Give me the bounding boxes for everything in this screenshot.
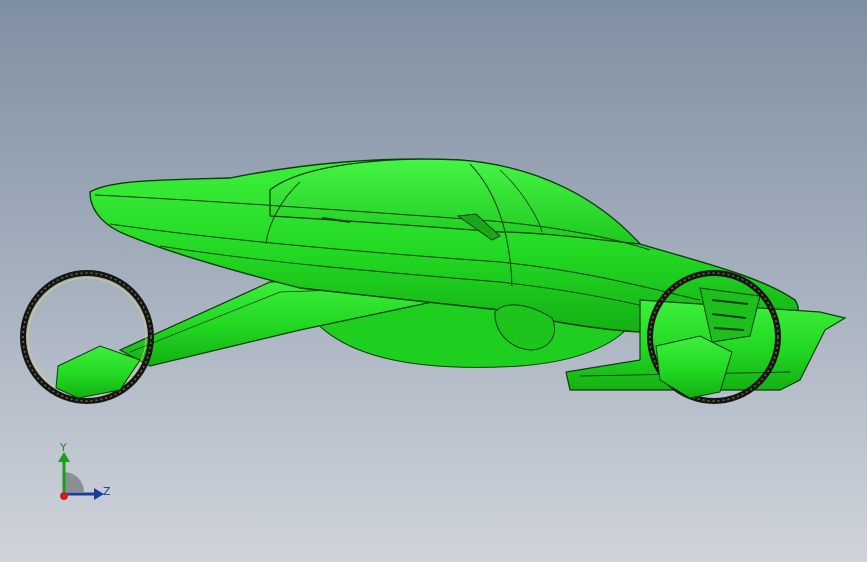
axis-z-label: Z (103, 485, 111, 498)
graphics-viewport[interactable]: Y Z (0, 0, 867, 562)
rear-wheel (20, 270, 154, 404)
orientation-triad[interactable] (44, 436, 124, 516)
axis-y-label: Y (60, 441, 67, 454)
triad-plane-indicator (64, 472, 84, 492)
triad-origin (60, 492, 68, 500)
3d-vehicle-model[interactable] (0, 0, 867, 562)
